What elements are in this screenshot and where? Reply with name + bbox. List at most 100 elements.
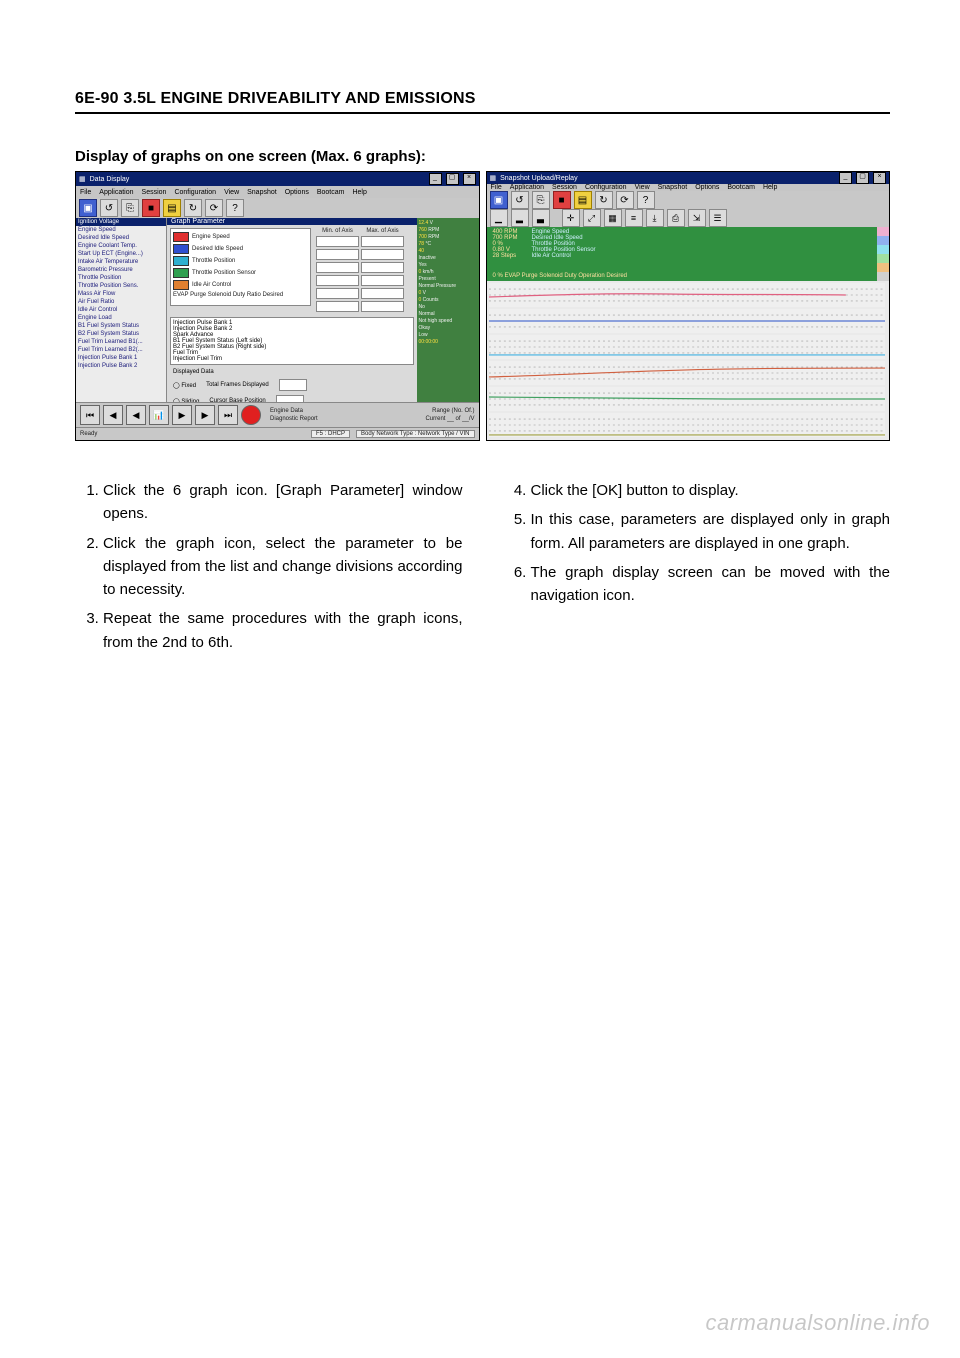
max-field[interactable] <box>361 262 404 273</box>
sidebar-item[interactable]: Start Up ECT (Engine...) <box>76 250 166 258</box>
max-field[interactable] <box>361 288 404 299</box>
menu-configuration[interactable]: Configuration <box>585 184 627 191</box>
cursor-pos-field[interactable] <box>276 395 304 402</box>
sidebar-item[interactable]: B2 Fuel System Status <box>76 330 166 338</box>
toolbar-icon[interactable]: ↺ <box>100 199 118 217</box>
print-icon[interactable]: ⎙ <box>667 209 685 227</box>
menu-session[interactable]: Session <box>552 184 577 191</box>
stop-icon[interactable]: ■ <box>553 191 571 209</box>
max-field[interactable] <box>361 236 404 247</box>
folder-icon[interactable]: ▤ <box>163 199 181 217</box>
min-field[interactable] <box>316 249 359 260</box>
radio-sliding[interactable]: ◯ Sliding <box>173 398 199 403</box>
toolbar-icon[interactable]: ↻ <box>184 199 202 217</box>
color-swatch-icon[interactable] <box>173 232 189 242</box>
nav-rev-icon[interactable]: ◀ <box>126 405 146 425</box>
radio-fixed[interactable]: ◯ Fixed <box>173 382 196 389</box>
graph-slot-list[interactable]: Engine Speed Desired Idle Speed Throttle… <box>170 228 311 306</box>
graphs-area[interactable] <box>487 281 890 441</box>
menu-view[interactable]: View <box>224 189 239 196</box>
menu-view[interactable]: View <box>635 184 650 191</box>
menu-bootcam[interactable]: Bootcam <box>317 189 345 196</box>
sidebar-item[interactable]: Fuel Trim Learned B1(... <box>76 338 166 346</box>
nav-next-icon[interactable]: ▶ <box>195 405 215 425</box>
menubar[interactable]: File Application Session Configuration V… <box>487 184 890 191</box>
toolbar-icon[interactable]: ⟳ <box>616 191 634 209</box>
min-field[interactable] <box>316 275 359 286</box>
minimize-icon[interactable]: _ <box>839 172 852 184</box>
menu-application[interactable]: Application <box>99 189 133 196</box>
menu-file[interactable]: File <box>491 184 502 191</box>
menu-bootcam[interactable]: Bootcam <box>727 184 755 191</box>
toolbar-icon[interactable]: ↺ <box>511 191 529 209</box>
graph-6-icon[interactable]: 📊 <box>149 405 169 425</box>
color-swatch-icon[interactable] <box>173 256 189 266</box>
sidebar-item[interactable]: Desired Idle Speed <box>76 234 166 242</box>
sidebar-item[interactable]: Throttle Position <box>76 274 166 282</box>
parameter-sidebar[interactable]: Ignition Voltage Engine Speed Desired Id… <box>76 218 167 402</box>
list-item[interactable]: Injection Fuel Trim <box>173 356 411 362</box>
cursor-icon[interactable]: ✛ <box>562 209 580 227</box>
close-icon[interactable]: × <box>463 173 476 185</box>
save-icon[interactable]: ⤓ <box>646 209 664 227</box>
min-field[interactable] <box>316 262 359 273</box>
color-swatch-icon[interactable] <box>173 280 189 290</box>
zoom-icon[interactable]: ⤢ <box>583 209 601 227</box>
sidebar-item[interactable]: Idle Air Control <box>76 306 166 314</box>
nav-first-icon[interactable]: ⏮ <box>80 405 100 425</box>
list-icon[interactable]: ≡ <box>625 209 643 227</box>
maximize-icon[interactable]: ▢ <box>446 173 459 185</box>
record-icon[interactable] <box>241 405 261 425</box>
sidebar-item[interactable]: Air Fuel Ratio <box>76 298 166 306</box>
min-field[interactable] <box>316 236 359 247</box>
color-swatch-icon[interactable] <box>173 244 189 254</box>
nav-fwd-icon[interactable]: ▶ <box>172 405 192 425</box>
menubar[interactable]: File Application Session Configuration V… <box>76 186 479 198</box>
graph-2-icon[interactable]: ▂ <box>511 209 529 227</box>
graph-1-icon[interactable]: ▁ <box>490 209 508 227</box>
nav-prev-icon[interactable]: ◀ <box>103 405 123 425</box>
close-icon[interactable]: × <box>873 172 886 184</box>
sidebar-item-selected[interactable]: Ignition Voltage <box>76 218 166 226</box>
nav-last-icon[interactable]: ⏭ <box>218 405 238 425</box>
toolbar-icon[interactable]: ▣ <box>490 191 508 209</box>
settings-icon[interactable]: ☰ <box>709 209 727 227</box>
toolbar-icon[interactable]: ↻ <box>595 191 613 209</box>
min-field[interactable] <box>316 288 359 299</box>
menu-help[interactable]: Help <box>763 184 777 191</box>
stop-icon[interactable]: ■ <box>142 199 160 217</box>
max-field[interactable] <box>361 275 404 286</box>
sidebar-item[interactable]: Mass Air Flow <box>76 290 166 298</box>
menu-options[interactable]: Options <box>695 184 719 191</box>
sidebar-item[interactable]: Engine Speed <box>76 226 166 234</box>
sidebar-item[interactable]: Engine Coolant Temp. <box>76 242 166 250</box>
graph-3-icon[interactable]: ▃ <box>532 209 550 227</box>
sidebar-item[interactable]: B1 Fuel System Status <box>76 322 166 330</box>
menu-snapshot[interactable]: Snapshot <box>658 184 688 191</box>
help-icon[interactable]: ? <box>637 191 655 209</box>
toolbar-icon[interactable]: ⎘ <box>121 199 139 217</box>
color-swatch-icon[interactable] <box>173 268 189 278</box>
max-field[interactable] <box>361 249 404 260</box>
help-icon[interactable]: ? <box>226 199 244 217</box>
menu-snapshot[interactable]: Snapshot <box>247 189 277 196</box>
menu-application[interactable]: Application <box>510 184 544 191</box>
sidebar-item[interactable]: Intake Air Temperature <box>76 258 166 266</box>
sidebar-item[interactable]: Injection Pulse Bank 2 <box>76 362 166 370</box>
sidebar-item[interactable]: Engine Load <box>76 314 166 322</box>
sidebar-item[interactable]: Barometric Pressure <box>76 266 166 274</box>
maximize-icon[interactable]: ▢ <box>856 172 869 184</box>
folder-icon[interactable]: ▤ <box>574 191 592 209</box>
max-field[interactable] <box>361 301 404 312</box>
menu-options[interactable]: Options <box>285 189 309 196</box>
menu-session[interactable]: Session <box>142 189 167 196</box>
minimize-icon[interactable]: _ <box>429 173 442 185</box>
sidebar-item[interactable]: Throttle Position Sens. <box>76 282 166 290</box>
total-frames-field[interactable] <box>279 379 307 391</box>
sidebar-item[interactable]: Fuel Trim Learned B2(... <box>76 346 166 354</box>
sidebar-item[interactable]: Injection Pulse Bank 1 <box>76 354 166 362</box>
export-icon[interactable]: ⇲ <box>688 209 706 227</box>
menu-file[interactable]: File <box>80 189 91 196</box>
menu-configuration[interactable]: Configuration <box>174 189 216 196</box>
grid-icon[interactable]: ▦ <box>604 209 622 227</box>
